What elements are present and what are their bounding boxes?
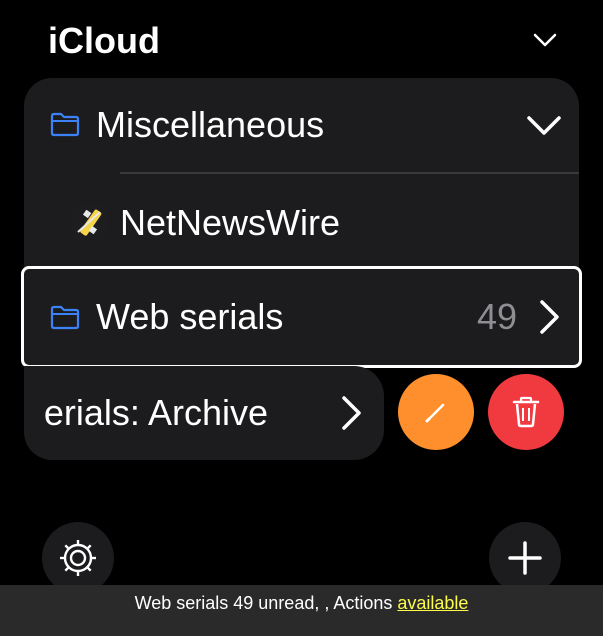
status-caption: Web serials 49 unread, , Actions availab… [0, 585, 603, 636]
folder-icon [50, 112, 80, 137]
sidebar-item-web-serials[interactable]: Web serials 49 [21, 266, 582, 368]
chevron-down-icon[interactable] [526, 108, 562, 144]
sidebar-item-web-serials-archive[interactable]: erials: Archive [24, 366, 384, 460]
chevron-right-icon [540, 300, 559, 334]
sidebar-item-label: NetNewsWire [120, 202, 341, 243]
sidebar-item-netnewswire[interactable]: NetNewsWire [24, 174, 579, 268]
pencil-icon [425, 403, 445, 423]
trash-icon [512, 396, 540, 428]
gear-icon [60, 540, 96, 576]
add-button[interactable] [489, 522, 561, 594]
edit-button[interactable] [398, 374, 474, 450]
header: iCloud [0, 0, 603, 80]
chevron-right-icon [342, 396, 361, 430]
netnewswire-icon [72, 204, 108, 240]
chevron-down-icon[interactable] [532, 30, 558, 50]
plus-icon [508, 541, 542, 575]
unread-count-badge: 49 [476, 296, 517, 337]
status-text: Web serials 49 unread, , Actions [134, 593, 398, 613]
sidebar-item-label: Miscellaneous [96, 104, 325, 145]
settings-button[interactable] [42, 522, 114, 594]
folder-icon [50, 305, 80, 330]
delete-button[interactable] [488, 374, 564, 450]
sidebar-item-miscellaneous[interactable]: Miscellaneous [24, 78, 579, 172]
page-title: iCloud [48, 20, 160, 61]
status-link[interactable]: available [397, 593, 468, 613]
sidebar-item-label: Web serials [96, 296, 284, 337]
sidebar-item-label: erials: Archive [43, 392, 268, 433]
